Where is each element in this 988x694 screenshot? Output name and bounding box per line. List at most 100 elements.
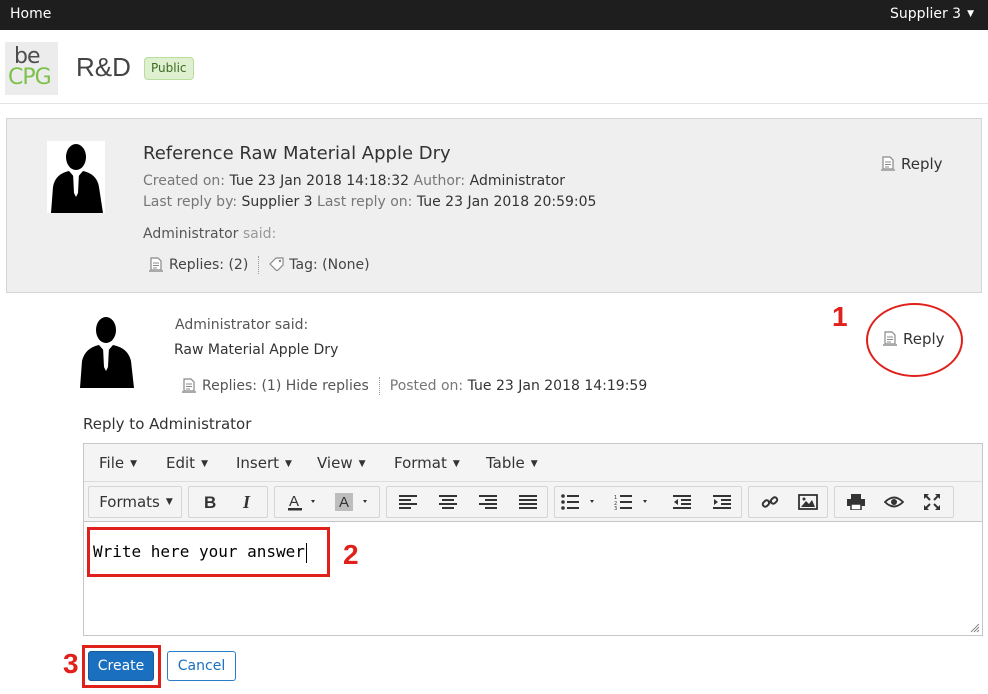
created-label: Created on: bbox=[143, 173, 226, 189]
annotation-number-2: 2 bbox=[343, 539, 359, 570]
align-right-icon bbox=[479, 495, 497, 509]
user-menu[interactable]: Supplier 3 ▼ bbox=[890, 6, 974, 22]
toolbar-group-insert bbox=[748, 486, 828, 518]
top-bar: Home Supplier 3 ▼ bbox=[0, 0, 988, 30]
menu-view[interactable]: View ▼ bbox=[317, 454, 366, 472]
align-left-icon bbox=[399, 495, 417, 509]
italic-button[interactable]: I bbox=[233, 489, 263, 515]
print-button[interactable] bbox=[839, 489, 873, 515]
lastreplyon-label: Last reply on: bbox=[317, 194, 413, 210]
reply-author-avatar bbox=[76, 314, 138, 388]
link-icon bbox=[761, 496, 779, 508]
tag-value: (None) bbox=[322, 257, 370, 273]
italic-icon: I bbox=[242, 494, 251, 510]
outdent-icon bbox=[673, 495, 691, 509]
menu-insert[interactable]: Insert ▼ bbox=[236, 454, 292, 472]
bold-button[interactable]: B bbox=[195, 489, 225, 515]
insert-link-button[interactable] bbox=[753, 489, 787, 515]
toolbar-group-view bbox=[834, 486, 954, 518]
user-name: Supplier 3 bbox=[890, 6, 962, 22]
menu-label: Table bbox=[486, 454, 525, 472]
text-color-button[interactable]: A bbox=[283, 489, 323, 515]
highlight-color-icon: A bbox=[335, 493, 367, 511]
align-left-button[interactable] bbox=[391, 489, 425, 515]
chevron-down-icon: ▼ bbox=[358, 458, 366, 469]
author-value[interactable]: Administrator bbox=[470, 173, 565, 189]
lastreply-label: Last reply by: bbox=[143, 194, 238, 210]
bullet-list-button[interactable] bbox=[559, 489, 603, 515]
bold-icon: B bbox=[204, 494, 216, 510]
menu-edit[interactable]: Edit ▼ bbox=[166, 454, 208, 472]
caret-down-icon: ▼ bbox=[967, 9, 974, 19]
menu-table[interactable]: Table ▼ bbox=[486, 454, 538, 472]
align-justify-button[interactable] bbox=[511, 489, 545, 515]
create-button[interactable]: Create bbox=[88, 651, 154, 681]
logo-text-bottom: CPG bbox=[8, 65, 52, 90]
menu-label: Insert bbox=[236, 454, 280, 472]
replies-icon bbox=[149, 257, 163, 273]
topic-title[interactable]: Reference Raw Material Apple Dry bbox=[143, 143, 451, 164]
divider bbox=[258, 256, 260, 274]
background-color-button[interactable]: A bbox=[331, 489, 375, 515]
fullscreen-button[interactable] bbox=[915, 489, 949, 515]
posted-meta: Posted on: Tue 23 Jan 2018 14:19:59 bbox=[390, 378, 647, 394]
eye-icon bbox=[884, 496, 904, 508]
svg-text:3: 3 bbox=[614, 506, 617, 510]
chevron-down-icon: ▼ bbox=[165, 497, 173, 507]
menu-label: Format bbox=[394, 454, 447, 472]
svg-text:A: A bbox=[339, 494, 349, 511]
numbered-list-icon: 123 bbox=[614, 495, 647, 510]
print-icon bbox=[847, 494, 865, 510]
svg-text:B: B bbox=[204, 494, 216, 510]
reply-body: Raw Material Apple Dry bbox=[174, 342, 339, 358]
reply-replies-toggle[interactable]: Replies: (1) Hide replies bbox=[202, 378, 369, 394]
text-color-icon: A bbox=[288, 493, 315, 511]
cancel-button[interactable]: Cancel bbox=[167, 651, 236, 681]
indent-button[interactable] bbox=[705, 489, 739, 515]
chevron-down-icon: ▼ bbox=[201, 458, 208, 469]
topic-reply-button[interactable]: Reply bbox=[881, 155, 943, 173]
insert-image-button[interactable] bbox=[791, 489, 825, 515]
fullscreen-icon bbox=[924, 494, 940, 510]
menu-format[interactable]: Format ▼ bbox=[394, 454, 460, 472]
menu-label: Edit bbox=[166, 454, 196, 472]
chevron-down-icon: ▼ bbox=[530, 458, 538, 469]
align-right-button[interactable] bbox=[471, 489, 505, 515]
person-silhouette-icon bbox=[80, 317, 134, 388]
formats-dropdown[interactable]: Formats ▼ bbox=[95, 489, 177, 515]
preview-button[interactable] bbox=[877, 489, 911, 515]
toolbar-group-formats: Formats ▼ bbox=[88, 486, 182, 518]
created-value: Tue 23 Jan 2018 14:18:32 bbox=[229, 173, 410, 189]
reply-to-heading: Reply to Administrator bbox=[83, 415, 252, 433]
svg-text:I: I bbox=[242, 494, 251, 510]
replies-count[interactable]: Replies: (2) bbox=[169, 257, 248, 273]
becpg-logo[interactable]: be CPG bbox=[5, 42, 58, 95]
topic-created-meta: Created on: Tue 23 Jan 2018 14:18:32 Aut… bbox=[143, 173, 565, 189]
visibility-badge: Public bbox=[144, 57, 194, 80]
resize-handle-icon[interactable] bbox=[970, 623, 980, 633]
toolbar-group-colors: A A bbox=[274, 486, 380, 518]
menu-file[interactable]: File ▼ bbox=[99, 454, 137, 472]
bullet-list-icon bbox=[561, 494, 594, 510]
menu-label: View bbox=[317, 454, 353, 472]
author-label: Author: bbox=[413, 173, 466, 189]
topic-panel: Reference Raw Material Apple Dry Created… bbox=[6, 118, 982, 293]
toolbar-group-text: B I bbox=[188, 486, 268, 518]
numbered-list-button[interactable]: 123 bbox=[611, 489, 657, 515]
chevron-down-icon: ▼ bbox=[285, 458, 292, 469]
indent-icon bbox=[713, 495, 731, 509]
align-center-button[interactable] bbox=[431, 489, 465, 515]
annotation-number-1: 1 bbox=[832, 301, 848, 332]
toolbar-group-lists: 123 bbox=[554, 486, 742, 518]
lastreply-value[interactable]: Supplier 3 bbox=[242, 194, 313, 210]
annotation-box-2 bbox=[87, 527, 330, 577]
chevron-down-icon: ▼ bbox=[452, 458, 460, 469]
said-author[interactable]: Administrator bbox=[143, 226, 238, 242]
lastreplyon-value: Tue 23 Jan 2018 20:59:05 bbox=[416, 194, 597, 210]
home-link[interactable]: Home bbox=[10, 6, 51, 22]
author-avatar bbox=[47, 141, 105, 213]
svg-text:A: A bbox=[289, 493, 299, 510]
replies-icon bbox=[182, 378, 196, 394]
outdent-button[interactable] bbox=[665, 489, 699, 515]
formats-label: Formats bbox=[99, 493, 160, 511]
